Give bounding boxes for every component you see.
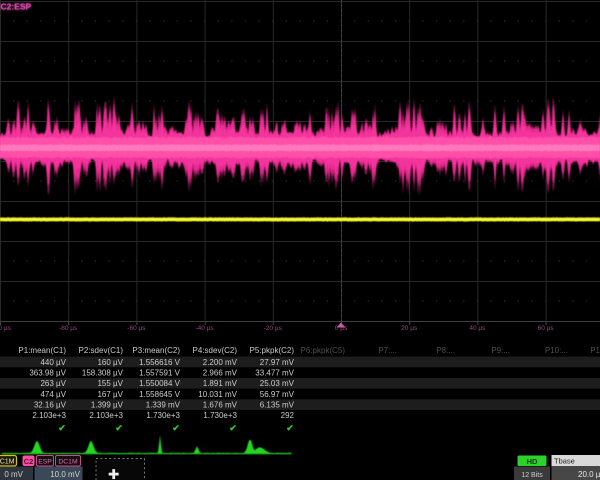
svg-text:P4:sdev(C2): P4:sdev(C2) bbox=[193, 346, 238, 355]
svg-text:2.103e+3: 2.103e+3 bbox=[89, 411, 123, 420]
svg-text:474 µV: 474 µV bbox=[40, 390, 66, 399]
svg-text:P1: P1 bbox=[590, 346, 600, 355]
svg-text:0 µs: 0 µs bbox=[335, 325, 348, 332]
svg-text:160 µV: 160 µV bbox=[97, 358, 123, 367]
svg-text:1.550084 V: 1.550084 V bbox=[139, 379, 181, 388]
svg-text:-60 µs: -60 µs bbox=[127, 325, 146, 332]
svg-text:✔: ✔ bbox=[115, 423, 123, 433]
svg-text:1.730e+3: 1.730e+3 bbox=[146, 411, 180, 420]
svg-text:✔: ✔ bbox=[286, 423, 294, 433]
svg-text:25.03 mV: 25.03 mV bbox=[260, 379, 295, 388]
svg-text:✔: ✔ bbox=[229, 423, 237, 433]
svg-text:P10:...: P10:... bbox=[545, 346, 568, 355]
svg-text:363.98 µV: 363.98 µV bbox=[29, 369, 66, 378]
svg-text:20.0 µs: 20.0 µs bbox=[578, 470, 600, 479]
svg-text:10.031 mV: 10.031 mV bbox=[198, 390, 237, 399]
svg-text:P9:...: P9:... bbox=[491, 346, 510, 355]
svg-text:1.730e+3: 1.730e+3 bbox=[203, 411, 237, 420]
svg-text:1.891 mV: 1.891 mV bbox=[203, 379, 238, 388]
svg-text:56.97 mV: 56.97 mV bbox=[260, 390, 295, 399]
svg-text:158.308 µV: 158.308 µV bbox=[82, 369, 124, 378]
svg-text:HD: HD bbox=[527, 457, 538, 466]
svg-text:P2:sdev(C1): P2:sdev(C1) bbox=[79, 346, 124, 355]
svg-text:DC1M: DC1M bbox=[0, 459, 15, 466]
svg-text:-20 µs: -20 µs bbox=[264, 325, 283, 332]
svg-text:0 mV: 0 mV bbox=[4, 470, 23, 479]
svg-text:20 µs: 20 µs bbox=[401, 325, 418, 332]
svg-text:C2:ESP: C2:ESP bbox=[1, 2, 32, 12]
svg-text:292: 292 bbox=[281, 411, 295, 420]
svg-text:Tbase: Tbase bbox=[554, 457, 575, 466]
svg-text:32.16 µV: 32.16 µV bbox=[34, 401, 67, 410]
svg-text:P1:mean(C1): P1:mean(C1) bbox=[18, 346, 66, 355]
svg-text:1.399 µV: 1.399 µV bbox=[91, 401, 124, 410]
svg-text:P8:...: P8:... bbox=[436, 346, 455, 355]
svg-text:33.477 mV: 33.477 mV bbox=[255, 369, 294, 378]
svg-text:ESP: ESP bbox=[38, 459, 52, 466]
svg-text:440 µV: 440 µV bbox=[40, 358, 66, 367]
svg-text:-80 µs: -80 µs bbox=[59, 325, 78, 332]
svg-text:DC1M: DC1M bbox=[58, 459, 78, 466]
svg-text:C2: C2 bbox=[24, 457, 34, 466]
svg-text:40 µs: 40 µs bbox=[469, 325, 486, 332]
svg-text:P7:...: P7:... bbox=[378, 346, 397, 355]
svg-text:P5:pkpk(C2): P5:pkpk(C2) bbox=[250, 346, 295, 355]
svg-text:P3:mean(C2): P3:mean(C2) bbox=[132, 346, 180, 355]
svg-text:1.339 mV: 1.339 mV bbox=[146, 401, 181, 410]
svg-text:6.135 mV: 6.135 mV bbox=[260, 401, 295, 410]
svg-text:12 Bits: 12 Bits bbox=[521, 472, 543, 479]
svg-text:-100 µs: -100 µs bbox=[0, 325, 12, 332]
svg-text:1.676 mV: 1.676 mV bbox=[203, 401, 238, 410]
svg-text:2.966 mV: 2.966 mV bbox=[203, 369, 238, 378]
svg-text:10.0 mV: 10.0 mV bbox=[50, 470, 80, 479]
svg-text:✔: ✔ bbox=[172, 423, 180, 433]
svg-text:263 µV: 263 µV bbox=[40, 379, 66, 388]
svg-text:-40 µs: -40 µs bbox=[195, 325, 214, 332]
svg-text:1.557591 V: 1.557591 V bbox=[139, 369, 181, 378]
svg-text:27.97 mV: 27.97 mV bbox=[260, 358, 295, 367]
svg-text:60 µs: 60 µs bbox=[538, 325, 555, 332]
svg-text:1.558645 V: 1.558645 V bbox=[139, 390, 181, 399]
svg-text:1.556616 V: 1.556616 V bbox=[139, 358, 181, 367]
svg-text:✔: ✔ bbox=[58, 423, 66, 433]
svg-text:P6:pkpk(C5): P6:pkpk(C5) bbox=[301, 346, 346, 355]
svg-text:2.200 mV: 2.200 mV bbox=[203, 358, 238, 367]
svg-text:167 µV: 167 µV bbox=[97, 390, 123, 399]
svg-text:2.103e+3: 2.103e+3 bbox=[32, 411, 66, 420]
svg-text:155 µV: 155 µV bbox=[97, 379, 123, 388]
